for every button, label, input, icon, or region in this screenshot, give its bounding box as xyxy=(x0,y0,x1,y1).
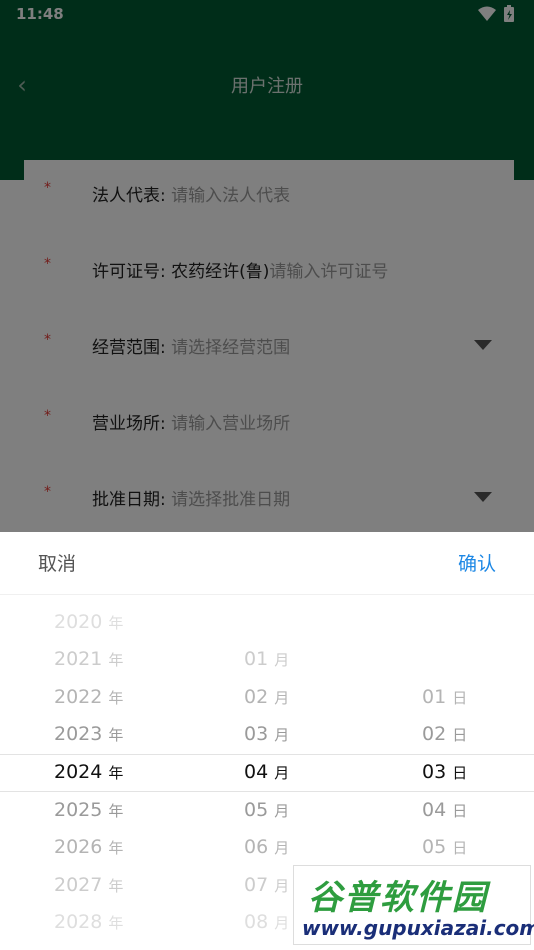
year-option[interactable]: 2023 年 xyxy=(54,723,123,745)
month-option[interactable]: 05 月 xyxy=(244,799,289,821)
month-option[interactable]: 02 月 xyxy=(244,686,289,708)
year-option[interactable]: 2025 年 xyxy=(54,799,123,821)
year-option[interactable]: 2026 年 xyxy=(54,836,123,858)
day-option[interactable]: 03 日 xyxy=(422,761,467,783)
day-option[interactable]: 01 日 xyxy=(422,686,467,708)
modal-overlay[interactable] xyxy=(0,0,534,532)
watermark-logo: 谷普软件园 www.gupuxiazai.com xyxy=(293,865,534,945)
year-option[interactable]: 2028 年 xyxy=(54,911,123,933)
month-option[interactable]: 06 月 xyxy=(244,836,289,858)
year-option[interactable]: 2024 年 xyxy=(54,761,123,783)
watermark-title: 谷普软件园 xyxy=(308,878,488,918)
year-option[interactable]: 2021 年 xyxy=(54,648,123,670)
year-option[interactable]: 2027 年 xyxy=(54,874,123,896)
day-option[interactable]: 02 日 xyxy=(422,723,467,745)
month-option[interactable]: 01 月 xyxy=(244,648,289,670)
day-option[interactable]: 04 日 xyxy=(422,799,467,821)
month-option[interactable]: 03 月 xyxy=(244,723,289,745)
day-option[interactable]: 05 日 xyxy=(422,836,467,858)
month-option[interactable]: 04 月 xyxy=(244,761,289,783)
month-option[interactable]: 07 月 xyxy=(244,874,289,896)
year-wheel[interactable]: 2020 年 2021 年 2022 年 2023 年 2024 年 2025 年 2026 年 2027 年… xyxy=(54,532,204,950)
watermark-url: www.gupuxiazai.com xyxy=(302,916,534,940)
month-option[interactable]: 08 月 xyxy=(244,911,289,933)
year-option[interactable]: 2022 年 xyxy=(54,686,123,708)
year-option[interactable]: 2020 年 xyxy=(54,611,123,633)
